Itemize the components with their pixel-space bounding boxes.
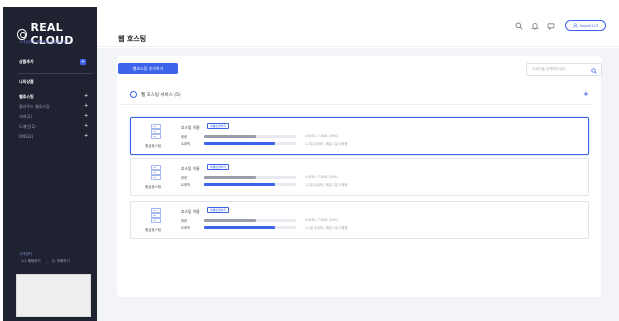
sidebar-item-label: 나의상품 bbox=[19, 79, 34, 84]
search-icon[interactable] bbox=[591, 65, 597, 78]
sidebar-divider bbox=[17, 73, 93, 74]
sidebar-item-web-hosting[interactable]: 웹호스팅 bbox=[19, 94, 34, 100]
search-placeholder: 도메인을 입력해주세요. bbox=[532, 67, 567, 71]
usage-label: 트래픽 bbox=[181, 226, 191, 230]
search-icon[interactable] bbox=[515, 22, 523, 30]
usage-info: 4.6GB / 7.6GB (59%) bbox=[305, 218, 339, 222]
tagline-prefix: 고객님에게 최적화된 bbox=[19, 40, 50, 44]
usage-progress-bar bbox=[204, 175, 296, 179]
sidebar-item-label: DNS(2) bbox=[19, 134, 34, 139]
link-separator: | bbox=[45, 259, 47, 264]
usage-info: 4.6GB / 7.6GB (59%) bbox=[305, 175, 339, 179]
chat-link[interactable]: 1:1 채팅하기 bbox=[21, 259, 41, 264]
hosting-server-icon bbox=[151, 124, 161, 139]
user-name: Aegis0123 bbox=[579, 23, 599, 28]
service-name: 호스팅 이름 bbox=[181, 125, 200, 130]
usage-progress-bar bbox=[204, 218, 296, 222]
usage-progress-fill bbox=[204, 134, 257, 138]
sidebar-item-label: 상품추가 bbox=[19, 59, 34, 64]
page-title: 웹 호스팅 bbox=[118, 35, 147, 43]
service-type: 종급호스팅 bbox=[145, 185, 162, 189]
add-service-plus-icon[interactable]: + bbox=[583, 90, 589, 98]
sidebar-item-server[interactable]: 서버(2) bbox=[19, 114, 32, 120]
service-name: 호스팅 이름 bbox=[181, 209, 200, 214]
rename-button[interactable]: 이름변경하기 bbox=[207, 164, 229, 170]
sidebar-item-label: 도메인(2) bbox=[19, 124, 36, 129]
service-card[interactable]: 종급호스팅 호스팅 이름 이름변경하기용량 4.6GB / 7.6GB (59%) 트래… bbox=[130, 158, 589, 196]
service-list-title: 웹 호스팅 서비스 (5) bbox=[141, 92, 181, 98]
user-icon bbox=[573, 23, 578, 28]
tagline-highlight: 리얼클라우드 bbox=[50, 40, 70, 44]
sidebar-item-domain[interactable]: 도메인(2) bbox=[19, 124, 36, 130]
usage-progress-fill bbox=[204, 141, 275, 145]
usage-label: 용량 bbox=[181, 176, 188, 180]
usage-label: 용량 bbox=[181, 219, 188, 223]
usage-label: 트래픽 bbox=[181, 183, 191, 187]
sidebar: REAL CLOUD 고객님에게 최적화된 리얼클라우드 상품추가 + 나의상품… bbox=[3, 7, 97, 321]
list-divider bbox=[120, 104, 592, 105]
hosting-server-icon bbox=[151, 165, 161, 180]
user-menu-button[interactable]: Aegis0123 bbox=[565, 20, 606, 31]
usage-info: 1.2일 요금제 / 매달 1일 사용량 bbox=[305, 226, 348, 230]
sidebar-item-label: 클라우드 웹호스팅 bbox=[19, 104, 50, 109]
service-list-header: 웹 호스팅 서비스 (5) bbox=[130, 91, 181, 98]
usage-progress-fill bbox=[204, 182, 275, 186]
brand-tagline: 고객님에게 최적화된 리얼클라우드 bbox=[19, 40, 70, 45]
rename-button[interactable]: 이름변경하기 bbox=[207, 123, 229, 129]
usage-label: 트래픽 bbox=[181, 142, 191, 146]
expand-plus-icon[interactable]: + bbox=[84, 93, 88, 99]
domain-search-input[interactable]: 도메인을 입력해주세요. bbox=[526, 63, 602, 76]
support-links: 1:1 채팅하기 | Q. 전화하기 bbox=[21, 259, 70, 264]
add-product-icon[interactable]: + bbox=[80, 59, 86, 65]
logo-icon bbox=[17, 28, 27, 40]
call-link[interactable]: Q. 전화하기 bbox=[52, 259, 70, 264]
expand-plus-icon[interactable]: + bbox=[84, 103, 88, 109]
bell-icon[interactable] bbox=[531, 22, 539, 30]
usage-progress-bar bbox=[204, 134, 296, 138]
service-card[interactable]: 종급호스팅 호스팅 이름 이름변경하기용량 4.6GB / 7.6GB (59%) 트래… bbox=[130, 117, 589, 155]
usage-progress-fill bbox=[204, 218, 257, 222]
usage-label: 용량 bbox=[181, 135, 188, 139]
add-web-hosting-button[interactable]: 웹호스팅 추가하기 bbox=[118, 63, 178, 74]
usage-progress-bar bbox=[204, 182, 296, 186]
usage-progress-bar bbox=[204, 225, 296, 229]
sidebar-item-label: 웹호스팅 bbox=[19, 94, 34, 99]
expand-plus-icon[interactable]: + bbox=[84, 123, 88, 129]
usage-progress-bar bbox=[204, 141, 296, 145]
support-title: 고객센터 bbox=[19, 252, 32, 256]
sidebar-item-add-product[interactable]: 상품추가 bbox=[19, 59, 34, 65]
usage-info: 1.2일 요금제 / 매달 1일 사용량 bbox=[305, 183, 348, 187]
service-type: 종급호스팅 bbox=[145, 144, 162, 148]
hosting-server-icon bbox=[151, 208, 161, 223]
service-type: 종급호스팅 bbox=[145, 228, 162, 232]
service-name: 호스팅 이름 bbox=[181, 166, 200, 171]
top-header: 웹 호스팅 Aegis0123 bbox=[97, 7, 619, 47]
sidebar-item-label: 서버(2) bbox=[19, 114, 33, 119]
expand-plus-icon[interactable]: + bbox=[84, 133, 88, 139]
usage-info: 4.6GB / 7.6GB (59%) bbox=[305, 134, 339, 138]
usage-progress-fill bbox=[204, 175, 257, 179]
message-icon[interactable] bbox=[547, 22, 555, 31]
service-card[interactable]: 종급호스팅 호스팅 이름 이름변경하기용량 4.6GB / 7.6GB (59%) 트래… bbox=[130, 201, 589, 239]
app-window: REAL CLOUD 고객님에게 최적화된 리얼클라우드 상품추가 + 나의상품… bbox=[0, 0, 619, 321]
usage-info: 1.2일 요금제 / 매달 1일 사용량 bbox=[305, 142, 348, 146]
select-all-radio[interactable] bbox=[130, 91, 137, 98]
usage-progress-fill bbox=[204, 225, 275, 229]
banner-placeholder[interactable] bbox=[16, 274, 91, 317]
rename-button[interactable]: 이름변경하기 bbox=[207, 207, 229, 213]
sidebar-item-cloud-hosting[interactable]: 클라우드 웹호스팅 bbox=[19, 104, 50, 110]
expand-plus-icon[interactable]: + bbox=[84, 113, 88, 119]
sidebar-item-dns[interactable]: DNS(2) bbox=[19, 134, 33, 139]
sidebar-item-my-products: 나의상품 bbox=[19, 79, 34, 85]
